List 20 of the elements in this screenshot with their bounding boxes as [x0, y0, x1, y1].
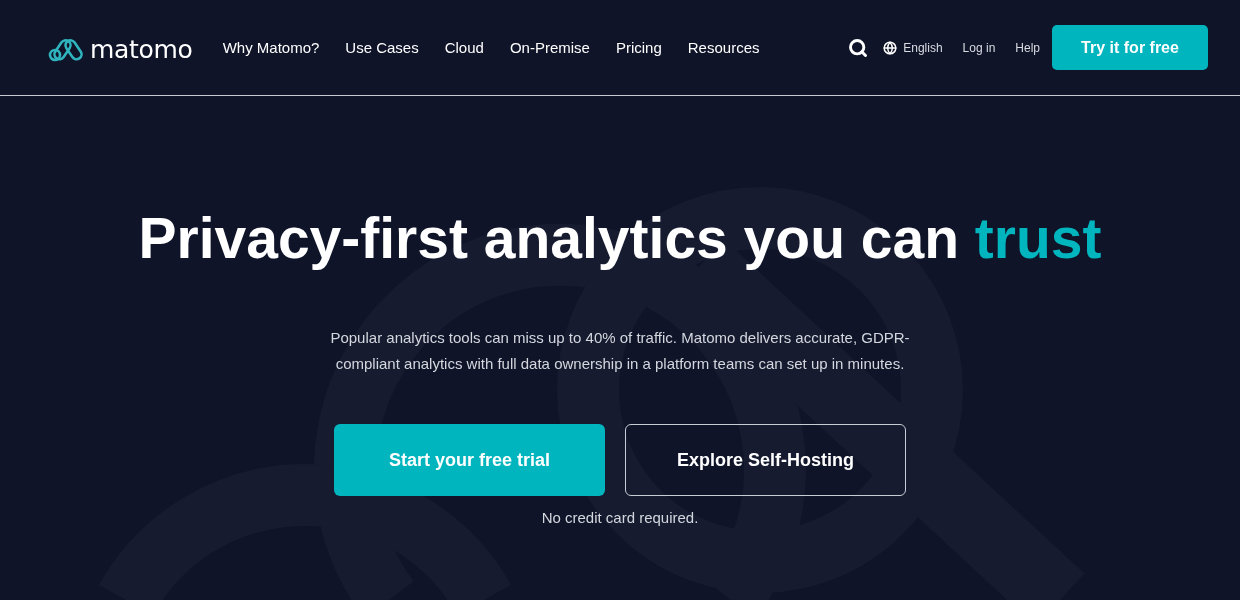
nav-link[interactable]: Why Matomo?: [222, 39, 320, 56]
nav-link[interactable]: On-Premise: [509, 39, 590, 56]
hero-description: Popular analytics tools can miss up to 40% of traffic. Matomo delivers accurate, GDPR-compliant analytics with full data ownership in a platform teams can set up in minutes.: [329, 328, 911, 374]
matomo-logo[interactable]: matomo: [48, 37, 193, 62]
explore-button[interactable]: Explore Self-Hosting: [625, 424, 906, 496]
globe-icon: [883, 40, 898, 55]
nav-link[interactable]: Resources: [687, 39, 760, 56]
header-link[interactable]: Log in: [962, 40, 996, 55]
language-label: English: [903, 40, 943, 55]
language-selector[interactable]: English: [883, 40, 943, 55]
nav-link[interactable]: Use Cases: [345, 39, 419, 56]
nav-link[interactable]: Pricing: [615, 39, 662, 56]
nav-link[interactable]: Cloud: [444, 39, 484, 56]
logo-text: matomo: [90, 37, 193, 62]
header-link[interactable]: Help: [1015, 40, 1040, 55]
search-icon: [848, 37, 869, 58]
logo-icon: [48, 37, 84, 62]
no-credit-card-note: No credit card required.: [541, 508, 699, 528]
hero-headline: Privacy-first analytics you can trust: [138, 205, 1102, 272]
search-button[interactable]: [848, 37, 869, 58]
